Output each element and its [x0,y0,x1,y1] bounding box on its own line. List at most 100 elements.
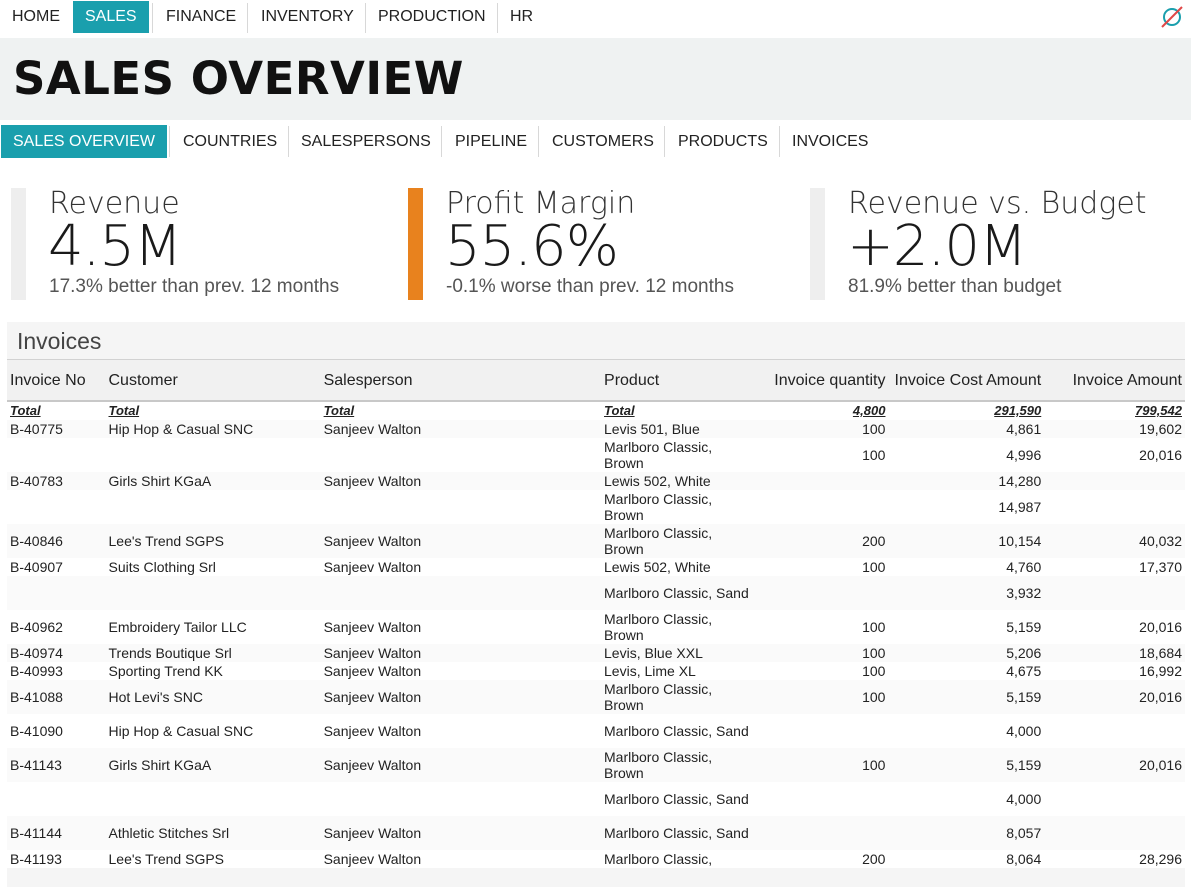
tab-products[interactable]: PRODUCTS [666,125,780,158]
topnav-home[interactable]: HOME [0,1,72,33]
tab-invoices[interactable]: INVOICES [780,125,880,158]
table-row[interactable]: B-40993 Sporting Trend KK Sanjeev Walton Le… [7,662,1185,680]
table-row[interactable]: B-41090 Hip Hop & Casual SNC Sanjeev Walto… [7,714,1185,748]
table-row[interactable]: B-40846 Lee's Trend SGPS Sanjeev Walton Mar… [7,524,1185,558]
quantity-cell: 100 [751,558,889,576]
quantity-cell: 100 [751,662,889,680]
quantity-cell: 100 [751,438,889,472]
table-row[interactable]: B-40962 Embroidery Tailor LLC Sanjeev Walt… [7,610,1185,644]
page-title: SALES OVERVIEW [13,52,464,105]
kpi-value: 4.5M [48,214,182,279]
slashed-circle-icon[interactable] [1159,4,1185,30]
sub-nav: SALES OVERVIEW COUNTRIES SALESPERSONS PI… [0,124,1191,160]
column-header[interactable]: Customer [105,359,321,402]
invoice-no-cell: B-40974 [7,644,106,662]
topnav-production[interactable]: PRODUCTION [366,1,498,33]
table-row[interactable]: B-41088 Hot Levi's SNC Sanjeev Walton Marlb… [7,680,1185,714]
salesperson-cell: Sanjeev Walton [320,662,602,680]
product-cell: Marlboro Classic, Brown [601,524,752,558]
product-cell: Marlboro Classic, Brown [601,748,752,782]
table-row[interactable]: B-41193 Lee's Trend SGPS Sanjeev Walton Mar… [7,850,1185,868]
kpi-value: 55.6% [445,214,619,279]
column-header[interactable]: Invoice No [7,359,106,402]
invoice-no-cell [7,576,106,610]
salesperson-cell [320,782,602,816]
salesperson-cell: Sanjeev Walton [320,524,602,558]
topnav-inventory[interactable]: INVENTORY [249,1,366,33]
quantity-cell: 200 [751,524,889,558]
table-row[interactable]: Marlboro Classic, Sand 3,932 [7,576,1185,610]
topnav-hr[interactable]: HR [498,1,545,33]
customer-cell: Athletic Stitches Srl [105,816,321,850]
invoice-no-cell: B-41144 [7,816,106,850]
amount-cell [1044,490,1185,524]
table-row[interactable]: B-41143 Girls Shirt KGaA Sanjeev Walton Mar… [7,748,1185,782]
salesperson-cell [320,490,602,524]
product-cell: Marlboro Classic, Sand [601,576,752,610]
quantity-cell [751,490,889,524]
nav-divider [247,3,248,33]
invoice-no-cell: B-41193 [7,850,106,868]
table-row[interactable]: Marlboro Classic, Brown 14,987 [7,490,1185,524]
table-row[interactable]: Marlboro Classic, Brown 100 4,996 20,016 [7,438,1185,472]
amount-cell [1044,714,1185,748]
table-row[interactable]: B-40907 Suits Clothing Srl Sanjeev Walton L… [7,558,1185,576]
cost-amount-cell: 5,206 [888,644,1045,662]
customer-cell: Hip Hop & Casual SNC [105,420,321,438]
salesperson-cell: Sanjeev Walton [320,610,602,644]
table-row[interactable]: B-40783 Girls Shirt KGaA Sanjeev Walton Lew… [7,472,1185,490]
tab-countries[interactable]: COUNTRIES [171,125,289,158]
invoice-no-cell: B-40775 [7,420,106,438]
cost-amount-cell: 8,057 [888,816,1045,850]
column-header[interactable]: Invoice Amount [1044,359,1185,402]
tab-divider [441,126,442,157]
product-cell: Marlboro Classic, [601,850,752,868]
table-row[interactable]: Marlboro Classic, Sand 4,000 [7,782,1185,816]
customer-cell: Suits Clothing Srl [105,558,321,576]
customer-cell: Lee's Trend SGPS [105,524,321,558]
product-cell: Marlboro Classic, Brown [601,438,752,472]
customer-cell: Lee's Trend SGPS [105,850,321,868]
product-cell: Marlboro Classic, Brown [601,490,752,524]
quantity-cell: 100 [751,420,889,438]
total-cell: 799,542 [1044,401,1185,420]
kpi-revenue-vs-budget[interactable]: Revenue vs. Budget +2.0M 81.9% better th… [810,186,1180,302]
table-row[interactable]: B-40974 Trends Boutique Srl Sanjeev Walton… [7,644,1185,662]
kpi-comparison: -0.1% worse than prev. 12 months [446,276,734,297]
tab-sales-overview[interactable]: SALES OVERVIEW [1,125,167,158]
kpi-revenue[interactable]: Revenue 4.5M 17.3% better than prev. 12 … [11,186,371,302]
cost-amount-cell: 14,987 [888,490,1045,524]
nav-divider [152,3,153,33]
column-header[interactable]: Invoice Cost Amount [888,359,1045,402]
total-cell: Total [601,401,752,420]
cost-amount-cell: 14,280 [888,472,1045,490]
kpi-profit-margin[interactable]: Profit Margin 55.6% -0.1% worse than pre… [408,186,788,302]
invoice-no-cell: B-40907 [7,558,106,576]
topnav-finance[interactable]: FINANCE [154,1,248,33]
amount-cell: 16,992 [1044,662,1185,680]
quantity-cell: 100 [751,680,889,714]
customer-cell: Hip Hop & Casual SNC [105,714,321,748]
table-row[interactable]: B-40775 Hip Hop & Casual SNC Sanjeev Walto… [7,420,1185,438]
tab-customers[interactable]: CUSTOMERS [540,125,666,158]
salesperson-cell: Sanjeev Walton [320,680,602,714]
topnav-sales[interactable]: SALES [73,1,149,33]
column-header[interactable]: Product [601,359,752,402]
kpi-comparison: 81.9% better than budget [848,276,1062,297]
product-cell: Marlboro Classic, Sand [601,782,752,816]
product-cell: Lewis 502, White [601,472,752,490]
amount-cell [1044,472,1185,490]
column-header[interactable]: Salesperson [320,359,602,402]
customer-cell: Girls Shirt KGaA [105,472,321,490]
column-header[interactable]: Invoice quantity [751,359,889,402]
invoice-no-cell: B-41088 [7,680,106,714]
invoice-no-cell: B-40962 [7,610,106,644]
salesperson-cell: Sanjeev Walton [320,644,602,662]
table-row[interactable]: B-41144 Athletic Stitches Srl Sanjeev Walt… [7,816,1185,850]
cost-amount-cell: 8,064 [888,850,1045,868]
page-header: SALES OVERVIEW [0,38,1191,120]
tab-pipeline[interactable]: PIPELINE [443,125,539,158]
quantity-cell [751,782,889,816]
cost-amount-cell: 4,760 [888,558,1045,576]
tab-salespersons[interactable]: SALESPERSONS [289,125,443,158]
